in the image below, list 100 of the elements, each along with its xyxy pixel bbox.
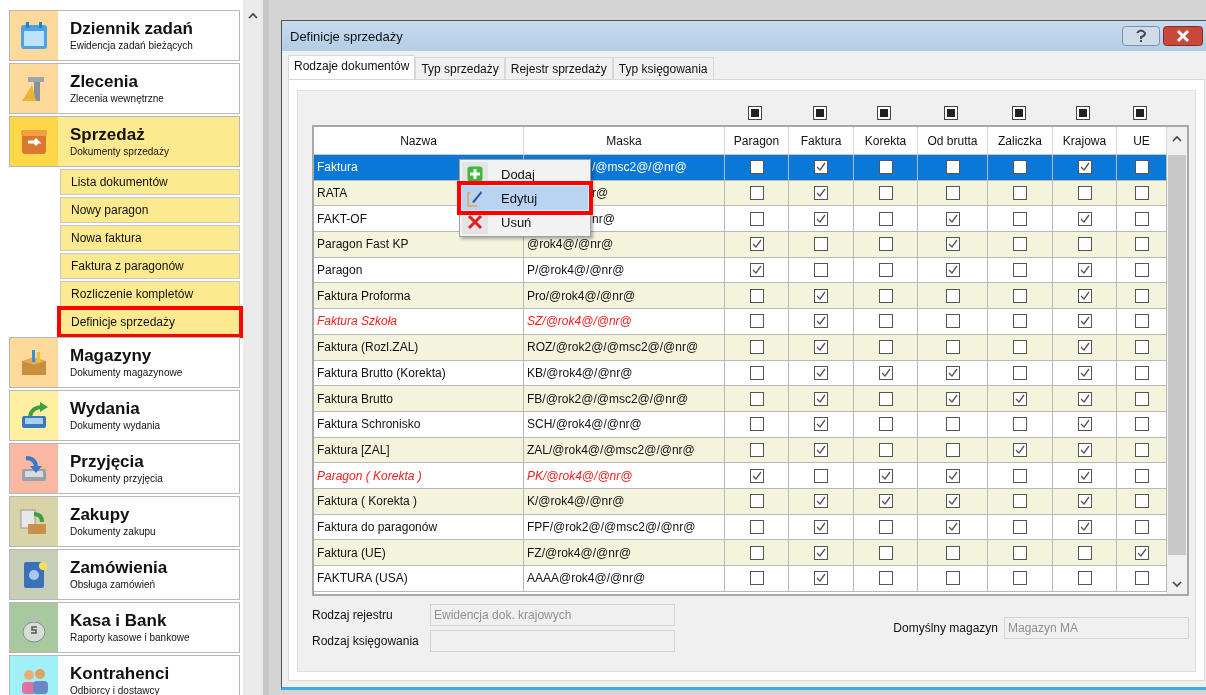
select-all-checkbox[interactable] [812,106,827,120]
sidebar-item[interactable]: Przyjęcia Dokumenty przyjęcia [9,443,240,494]
sidebar-item[interactable]: Zakupy Dokumenty zakupu [9,496,240,547]
checkbox[interactable] [1134,211,1149,226]
sidebar-item[interactable]: Sprzedaż Dokumenty sprzedaży [9,116,240,167]
checkbox[interactable] [878,571,893,586]
checkbox[interactable] [1077,263,1092,278]
checkbox[interactable] [1134,391,1149,406]
checkbox[interactable] [1134,186,1149,201]
checkbox[interactable] [945,494,960,509]
checkbox[interactable] [1077,391,1092,406]
checkbox[interactable] [878,237,893,252]
checkbox[interactable] [1134,442,1149,457]
checkbox[interactable] [749,160,764,175]
table-row[interactable]: Faktura Schronisko SCH/@rok4@/@nr@ [314,411,1167,438]
checkbox[interactable] [945,340,960,355]
checkbox[interactable] [814,494,828,509]
checkbox[interactable] [945,442,960,457]
checkbox[interactable] [945,417,960,432]
checkbox[interactable] [1077,519,1092,534]
checkbox[interactable] [945,211,960,226]
tab[interactable]: Typ sprzedaży [415,57,505,79]
checkbox[interactable] [1134,314,1149,329]
checkbox[interactable] [814,571,828,586]
checkbox[interactable] [749,186,764,201]
checkbox[interactable] [814,186,828,201]
checkbox[interactable] [1077,340,1092,355]
checkbox[interactable] [878,391,893,406]
select-all-checkbox[interactable] [748,106,762,120]
checkbox[interactable] [749,340,764,355]
checkbox[interactable] [1013,391,1027,406]
select-all-checkbox[interactable] [1011,106,1026,120]
checkbox[interactable] [1134,494,1149,509]
checkbox[interactable] [945,571,960,586]
checkbox[interactable] [1077,545,1092,560]
tab[interactable]: Rejestr sprzedaży [504,57,613,79]
checkbox[interactable] [1077,186,1092,201]
checkbox[interactable] [945,314,960,329]
checkbox[interactable] [1013,211,1027,226]
select-all-checkbox[interactable] [1133,106,1147,120]
checkbox[interactable] [878,160,893,175]
table-row[interactable]: Faktura ( Korekta ) K/@rok4@/@nr@ [314,488,1167,515]
checkbox[interactable] [749,391,764,406]
checkbox[interactable] [1134,417,1149,432]
checkbox[interactable] [1134,365,1149,380]
checkbox[interactable] [878,263,893,278]
checkbox[interactable] [1077,417,1092,432]
checkbox[interactable] [1077,442,1092,457]
close-icon[interactable] [1163,26,1203,46]
checkbox[interactable] [1134,160,1149,175]
sidebar-item[interactable]: Zamówienia Obsługa zamówień [9,549,240,600]
checkbox[interactable] [1077,314,1092,329]
tab[interactable]: Rodzaje dokumentów [288,55,416,79]
checkbox[interactable] [749,519,764,534]
select-all-checkbox[interactable] [944,106,958,120]
checkbox[interactable] [1077,365,1092,380]
checkbox[interactable] [749,314,764,329]
checkbox[interactable] [878,211,893,226]
checkbox[interactable] [1013,468,1027,483]
table-row[interactable]: Paragon ( Korekta ) PK/@rok4@/@nr@ [314,463,1167,489]
table-row[interactable]: FAKTURA (USA) AAAA@rok4@/@nr@ [314,566,1167,592]
table-row[interactable]: Faktura (Rozl.ZAL) ROZ/@rok2@/@msc2@/@nr@ [314,334,1167,361]
checkbox[interactable] [945,545,960,560]
checkbox[interactable] [878,314,893,329]
checkbox[interactable] [814,468,828,483]
checkbox[interactable] [878,519,893,534]
checkbox[interactable] [878,186,893,201]
checkbox[interactable] [878,468,893,483]
checkbox[interactable] [814,160,828,175]
checkbox[interactable] [1013,186,1027,201]
checkbox[interactable] [814,314,828,329]
checkbox[interactable] [749,545,764,560]
checkbox[interactable] [1013,160,1027,175]
checkbox[interactable] [749,571,764,586]
table-row[interactable]: Faktura Brutto FB/@rok2@/@msc2@/@nr@ [314,386,1167,412]
table-row[interactable]: Faktura Proforma Pro/@rok4@/@nr@ [314,283,1167,310]
checkbox[interactable] [878,545,893,560]
checkbox[interactable] [1134,340,1149,355]
select-all-checkbox[interactable] [1076,106,1090,120]
checkbox[interactable] [1134,468,1149,483]
sidebar-item[interactable]: Wydania Dokumenty wydania [9,390,240,441]
submenu-item[interactable]: Lista dokumentów [60,169,240,195]
checkbox[interactable] [749,494,764,509]
checkbox[interactable] [1077,494,1092,509]
scroll-up-icon[interactable] [1172,135,1182,142]
checkbox[interactable] [814,211,828,226]
checkbox[interactable] [1077,211,1092,226]
sidebar-item[interactable]: Dziennik zadań Ewidencja zadań bieżących [9,10,240,61]
checkbox[interactable] [1013,442,1027,457]
checkbox[interactable] [749,237,764,252]
checkbox[interactable] [1077,571,1092,586]
sidebar-item[interactable]: Zlecenia Zlecenia wewnętrzne [9,63,240,114]
checkbox[interactable] [814,391,828,406]
checkbox[interactable] [749,288,764,303]
checkbox[interactable] [1013,571,1027,586]
checkbox[interactable] [1013,340,1027,355]
table-row[interactable]: Faktura Szkoła SZ/@rok4@/@nr@ [314,309,1167,335]
checkbox[interactable] [814,288,828,303]
submenu-item[interactable]: Definicje sprzedaży [60,309,240,335]
checkbox[interactable] [1013,519,1027,534]
